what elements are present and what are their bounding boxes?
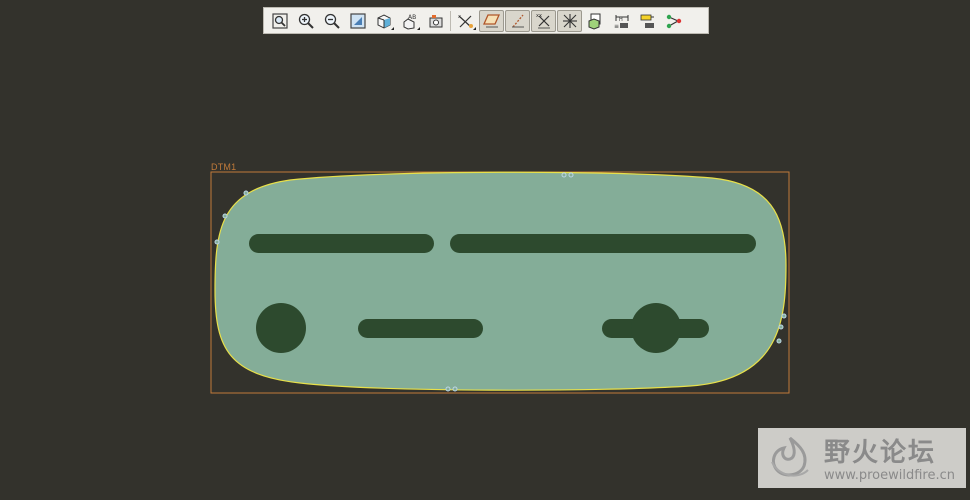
point-display-button[interactable]: xx (531, 9, 556, 32)
sketch-orientation-icon (588, 13, 600, 30)
keyhole-slot-circle[interactable] (631, 303, 681, 353)
refit-icon (349, 12, 366, 29)
vertex-marker[interactable] (561, 172, 567, 178)
vertex-marker[interactable] (778, 324, 784, 330)
toolbar-separator (450, 10, 451, 31)
view-toolbar: AB x xx H ≡ (263, 7, 709, 34)
csys-display-icon (562, 13, 577, 28)
plane-display-icon (482, 13, 500, 27)
sketch-orientation-button[interactable] (583, 10, 608, 32)
flame-logo-icon (771, 436, 809, 477)
zoom-window-button[interactable] (267, 10, 292, 32)
vertex-marker[interactable] (776, 338, 782, 344)
sketch-vertices-icon (666, 14, 681, 28)
vertex-marker[interactable] (222, 213, 228, 219)
svg-text:x: x (458, 14, 461, 20)
dropdown-indicator-icon (391, 26, 394, 30)
watermark-url: www.proewildfire.cn (824, 468, 955, 483)
vertex-marker[interactable] (214, 239, 220, 245)
zoom-in-icon (298, 13, 314, 29)
zoom-out-button[interactable] (319, 10, 344, 32)
sketcher-display-icon: H ≡ (614, 14, 628, 30)
datum-display-icon: x (458, 14, 473, 28)
display-style-button[interactable] (371, 10, 396, 32)
vertex-marker[interactable] (243, 190, 249, 196)
round-hole[interactable] (256, 303, 306, 353)
slot-top-right[interactable] (450, 234, 756, 253)
annotation-display-button[interactable] (423, 10, 448, 32)
zoom-window-icon (271, 12, 288, 29)
plane-display-button[interactable] (479, 9, 504, 32)
slot-bottom-middle[interactable] (358, 319, 483, 338)
model-canvas[interactable] (0, 0, 970, 495)
svg-text:xx: xx (536, 13, 542, 19)
part-body[interactable] (214, 171, 787, 391)
datum-display-button[interactable]: x (453, 10, 478, 32)
csys-display-button[interactable] (557, 9, 582, 32)
sketcher-display-button[interactable]: H ≡ (609, 10, 634, 32)
saved-views-icon: AB (403, 14, 416, 30)
saved-views-button[interactable]: AB (397, 10, 422, 32)
model-viewport[interactable]: DTM1 (0, 0, 970, 495)
dropdown-indicator-icon (473, 26, 476, 30)
vertex-marker[interactable] (781, 313, 787, 319)
zoom-out-icon (324, 13, 340, 29)
sketch-vertices-button[interactable] (661, 10, 686, 32)
axis-display-icon (511, 14, 524, 27)
axis-display-button[interactable] (505, 9, 530, 32)
annotation-display-icon (429, 14, 442, 27)
refit-button[interactable] (345, 10, 370, 32)
datum-label[interactable]: DTM1 (211, 162, 236, 172)
dropdown-indicator-icon (417, 26, 420, 30)
forum-watermark: 野火论坛 www.proewildfire.cn (758, 428, 966, 488)
vertex-marker[interactable] (452, 386, 458, 392)
vertex-marker[interactable] (568, 172, 574, 178)
sketch-constraints-button[interactable] (635, 10, 660, 32)
watermark-title: 野火论坛 (824, 438, 937, 468)
slot-top-left[interactable] (249, 234, 434, 253)
zoom-in-button[interactable] (293, 10, 318, 32)
svg-text:≡: ≡ (614, 23, 619, 30)
display-style-icon (377, 13, 390, 29)
sketch-constraints-icon (640, 14, 654, 28)
svg-text:H: H (619, 17, 623, 23)
vertex-marker[interactable] (445, 386, 451, 392)
point-display-icon: xx (536, 13, 550, 28)
